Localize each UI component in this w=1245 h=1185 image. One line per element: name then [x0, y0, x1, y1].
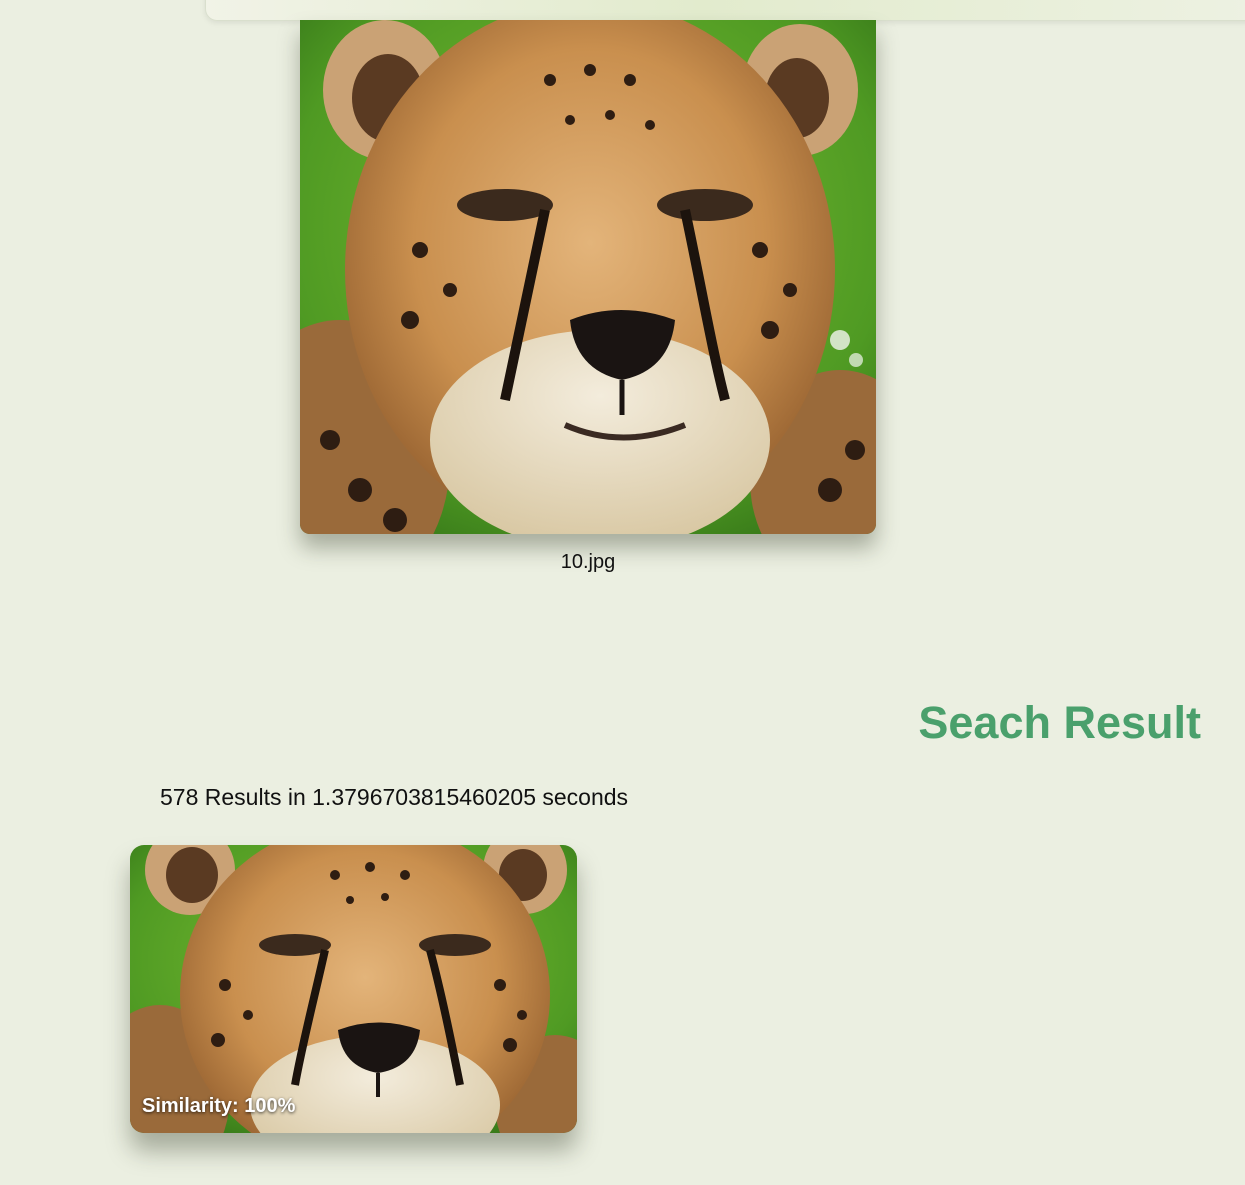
search-result-heading: Seach Result — [918, 697, 1201, 748]
top-panel — [205, 0, 1245, 21]
image-search-page: 10.jpg Seach Result 578 Results in 1.379… — [0, 0, 1245, 1185]
query-image-card — [300, 20, 876, 534]
query-image — [300, 20, 876, 534]
query-image-filename: 10.jpg — [560, 551, 616, 573]
result-image[interactable] — [130, 845, 577, 1133]
result-stats: 578 Results in 1.3796703815460205 second… — [160, 784, 629, 810]
result-card[interactable]: Similarity: 100% — [130, 845, 577, 1133]
similarity-label: Similarity: 100% — [142, 1095, 296, 1117]
